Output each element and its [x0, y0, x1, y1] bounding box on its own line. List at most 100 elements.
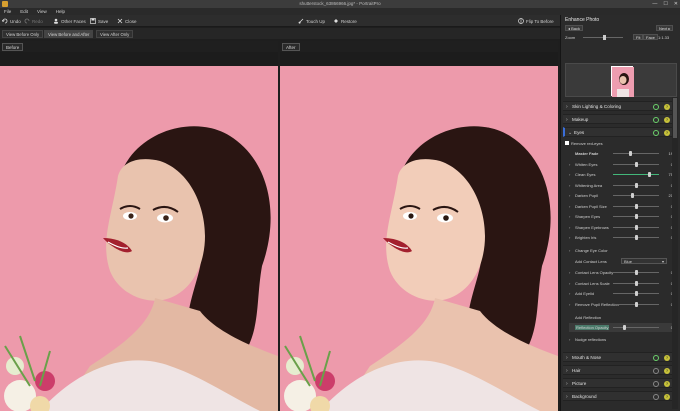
slider-row[interactable]: ›Remove Pupil Reflection0 [569, 300, 673, 309]
lens-color-dropdown[interactable]: Blue ▾ [621, 258, 667, 264]
restore-button[interactable]: Restore [333, 17, 357, 25]
power-icon[interactable] [653, 130, 659, 136]
slider-knob[interactable] [634, 203, 638, 209]
slider-knob[interactable] [634, 161, 638, 167]
slider-track[interactable] [613, 327, 659, 328]
zoom-slider-knob[interactable] [603, 35, 606, 40]
slider-row[interactable]: ›Master Fade19 [569, 149, 673, 158]
slider-knob[interactable] [630, 193, 634, 198]
slider-knob[interactable] [634, 214, 638, 219]
help-icon[interactable]: ? [664, 368, 670, 374]
remove-red-eye-row[interactable]: Remove red-eyes [565, 139, 669, 148]
menu-view[interactable]: View [37, 8, 47, 15]
slider-knob[interactable] [634, 280, 638, 286]
undo-button[interactable]: Undo [1, 17, 21, 25]
section-makeup[interactable]: › Makeup ? [563, 114, 673, 124]
slider-row[interactable]: ›Contact Lens Opacity0 [569, 268, 673, 277]
flip-to-before-button[interactable]: Flip To Before [518, 17, 554, 25]
title-bar: shutterstock_63866966.jpg* - PortraitPro… [0, 0, 680, 8]
remove-red-eye-checkbox[interactable] [565, 141, 569, 145]
add-contact-lens-row: Add Contact Lens Blue ▾ [569, 257, 673, 266]
slider-row[interactable]: › Clean Eyes 75 [569, 170, 673, 179]
fit-button[interactable]: Fit [633, 34, 644, 40]
navigator-preview[interactable] [565, 63, 677, 97]
menu-file[interactable]: File [4, 8, 11, 15]
faces-icon [53, 18, 59, 24]
panel-scrollbar[interactable] [672, 97, 678, 409]
help-icon[interactable]: ? [664, 104, 670, 110]
menu-help[interactable]: Help [56, 8, 65, 15]
slider-knob[interactable] [634, 270, 638, 275]
change-eye-color-row[interactable]: › Change Eye Color [569, 246, 673, 255]
help-icon[interactable]: ? [664, 117, 670, 123]
slider-knob[interactable] [648, 172, 652, 177]
slider-knob[interactable] [634, 182, 638, 188]
before-pane-gap [0, 52, 278, 66]
power-icon[interactable] [653, 394, 659, 400]
slider-row[interactable]: ›Sharpen Eyebrows0 [569, 223, 673, 232]
power-icon[interactable] [653, 368, 659, 374]
redo-button[interactable]: Redo [24, 17, 43, 25]
help-icon[interactable]: ? [664, 355, 670, 361]
menu-edit[interactable]: Edit [20, 8, 28, 15]
slider-row[interactable]: ›Add Eyelid0 [569, 289, 673, 298]
face-button[interactable]: Face [643, 34, 658, 40]
add-reflection-row[interactable]: Add Reflection [569, 313, 673, 322]
slider-track[interactable] [613, 174, 659, 175]
slider-knob[interactable] [634, 235, 638, 240]
section-skin-lighting[interactable]: › Skin Lighting & Coloring ? [563, 101, 673, 111]
tab-view-before-only[interactable]: View Before Only [2, 30, 44, 38]
maximize-icon[interactable]: ☐ [663, 0, 667, 8]
slider-row[interactable]: › Darken Pupil 21 [569, 191, 673, 200]
help-icon[interactable]: ? [664, 394, 670, 400]
slider-row[interactable]: ›Darken Pupil Size0 [569, 202, 673, 211]
help-icon[interactable]: ? [664, 381, 670, 387]
save-button[interactable]: Save [90, 17, 108, 25]
help-icon[interactable]: ? [664, 130, 670, 136]
touch-up-button[interactable]: Touch Up [298, 17, 325, 25]
slider-row[interactable]: ›Brighten Iris0 [569, 233, 673, 242]
close-button[interactable]: Close [117, 17, 137, 25]
section-background[interactable]: › Background ? [563, 391, 673, 401]
other-faces-button[interactable]: Other Faces [53, 17, 86, 25]
power-icon[interactable] [653, 381, 659, 387]
close-window-icon[interactable]: ✕ [674, 0, 678, 8]
slider-track[interactable] [613, 153, 659, 154]
chevron-right-icon: › [566, 104, 568, 110]
slider-reflection-opacity[interactable]: Reflection Opacity 0 [569, 323, 673, 332]
slider-label: Add Eyelid [575, 291, 595, 296]
slider-row[interactable]: ›Sharpen Eyes0 [569, 212, 673, 221]
slider-label: Sharpen Eyes [575, 214, 601, 219]
section-hair[interactable]: › Hair ? [563, 365, 673, 375]
slider-knob[interactable] [634, 301, 638, 307]
tab-view-before-and-after[interactable]: View Before and After [44, 30, 94, 38]
slider-knob[interactable] [634, 224, 638, 230]
slider-label: Master Fade [575, 151, 599, 156]
back-button[interactable]: ◂ Back [565, 25, 584, 31]
tab-view-after-only[interactable]: View After Only [96, 30, 134, 38]
redo-icon [24, 18, 30, 24]
power-icon[interactable] [653, 104, 659, 110]
after-image[interactable] [280, 66, 558, 411]
before-image[interactable] [0, 66, 278, 411]
slider-track[interactable] [613, 195, 659, 196]
minimize-icon[interactable]: — [652, 0, 657, 8]
slider-label: Clean Eyes [575, 172, 596, 177]
slider-knob[interactable] [628, 151, 632, 156]
slider-knob[interactable] [623, 325, 626, 330]
slider-row[interactable]: ›Contact Lens Scale0 [569, 279, 673, 288]
slider-row[interactable]: ›Whiten Eyes0 [569, 160, 673, 169]
nudge-reflections-row[interactable]: › Nudge reflections [569, 335, 673, 344]
section-picture[interactable]: › Picture ? [563, 378, 673, 388]
slider-row[interactable]: ›Whitening Area0 [569, 181, 673, 190]
slider-knob[interactable] [634, 291, 638, 296]
section-eyes[interactable]: ⌄ Eyes ? [563, 127, 673, 137]
chevron-right-icon: › [569, 203, 571, 209]
dropdown-arrow-icon: ▾ [661, 259, 664, 264]
power-icon[interactable] [653, 117, 659, 123]
next-button[interactable]: Next ▸ [656, 25, 674, 31]
scrollbar-thumb[interactable] [673, 98, 677, 138]
slider-label: Darken Pupil Size [575, 203, 607, 209]
power-icon[interactable] [653, 355, 659, 361]
section-mouth-nose[interactable]: › Mouth & Nose ? [563, 352, 673, 362]
